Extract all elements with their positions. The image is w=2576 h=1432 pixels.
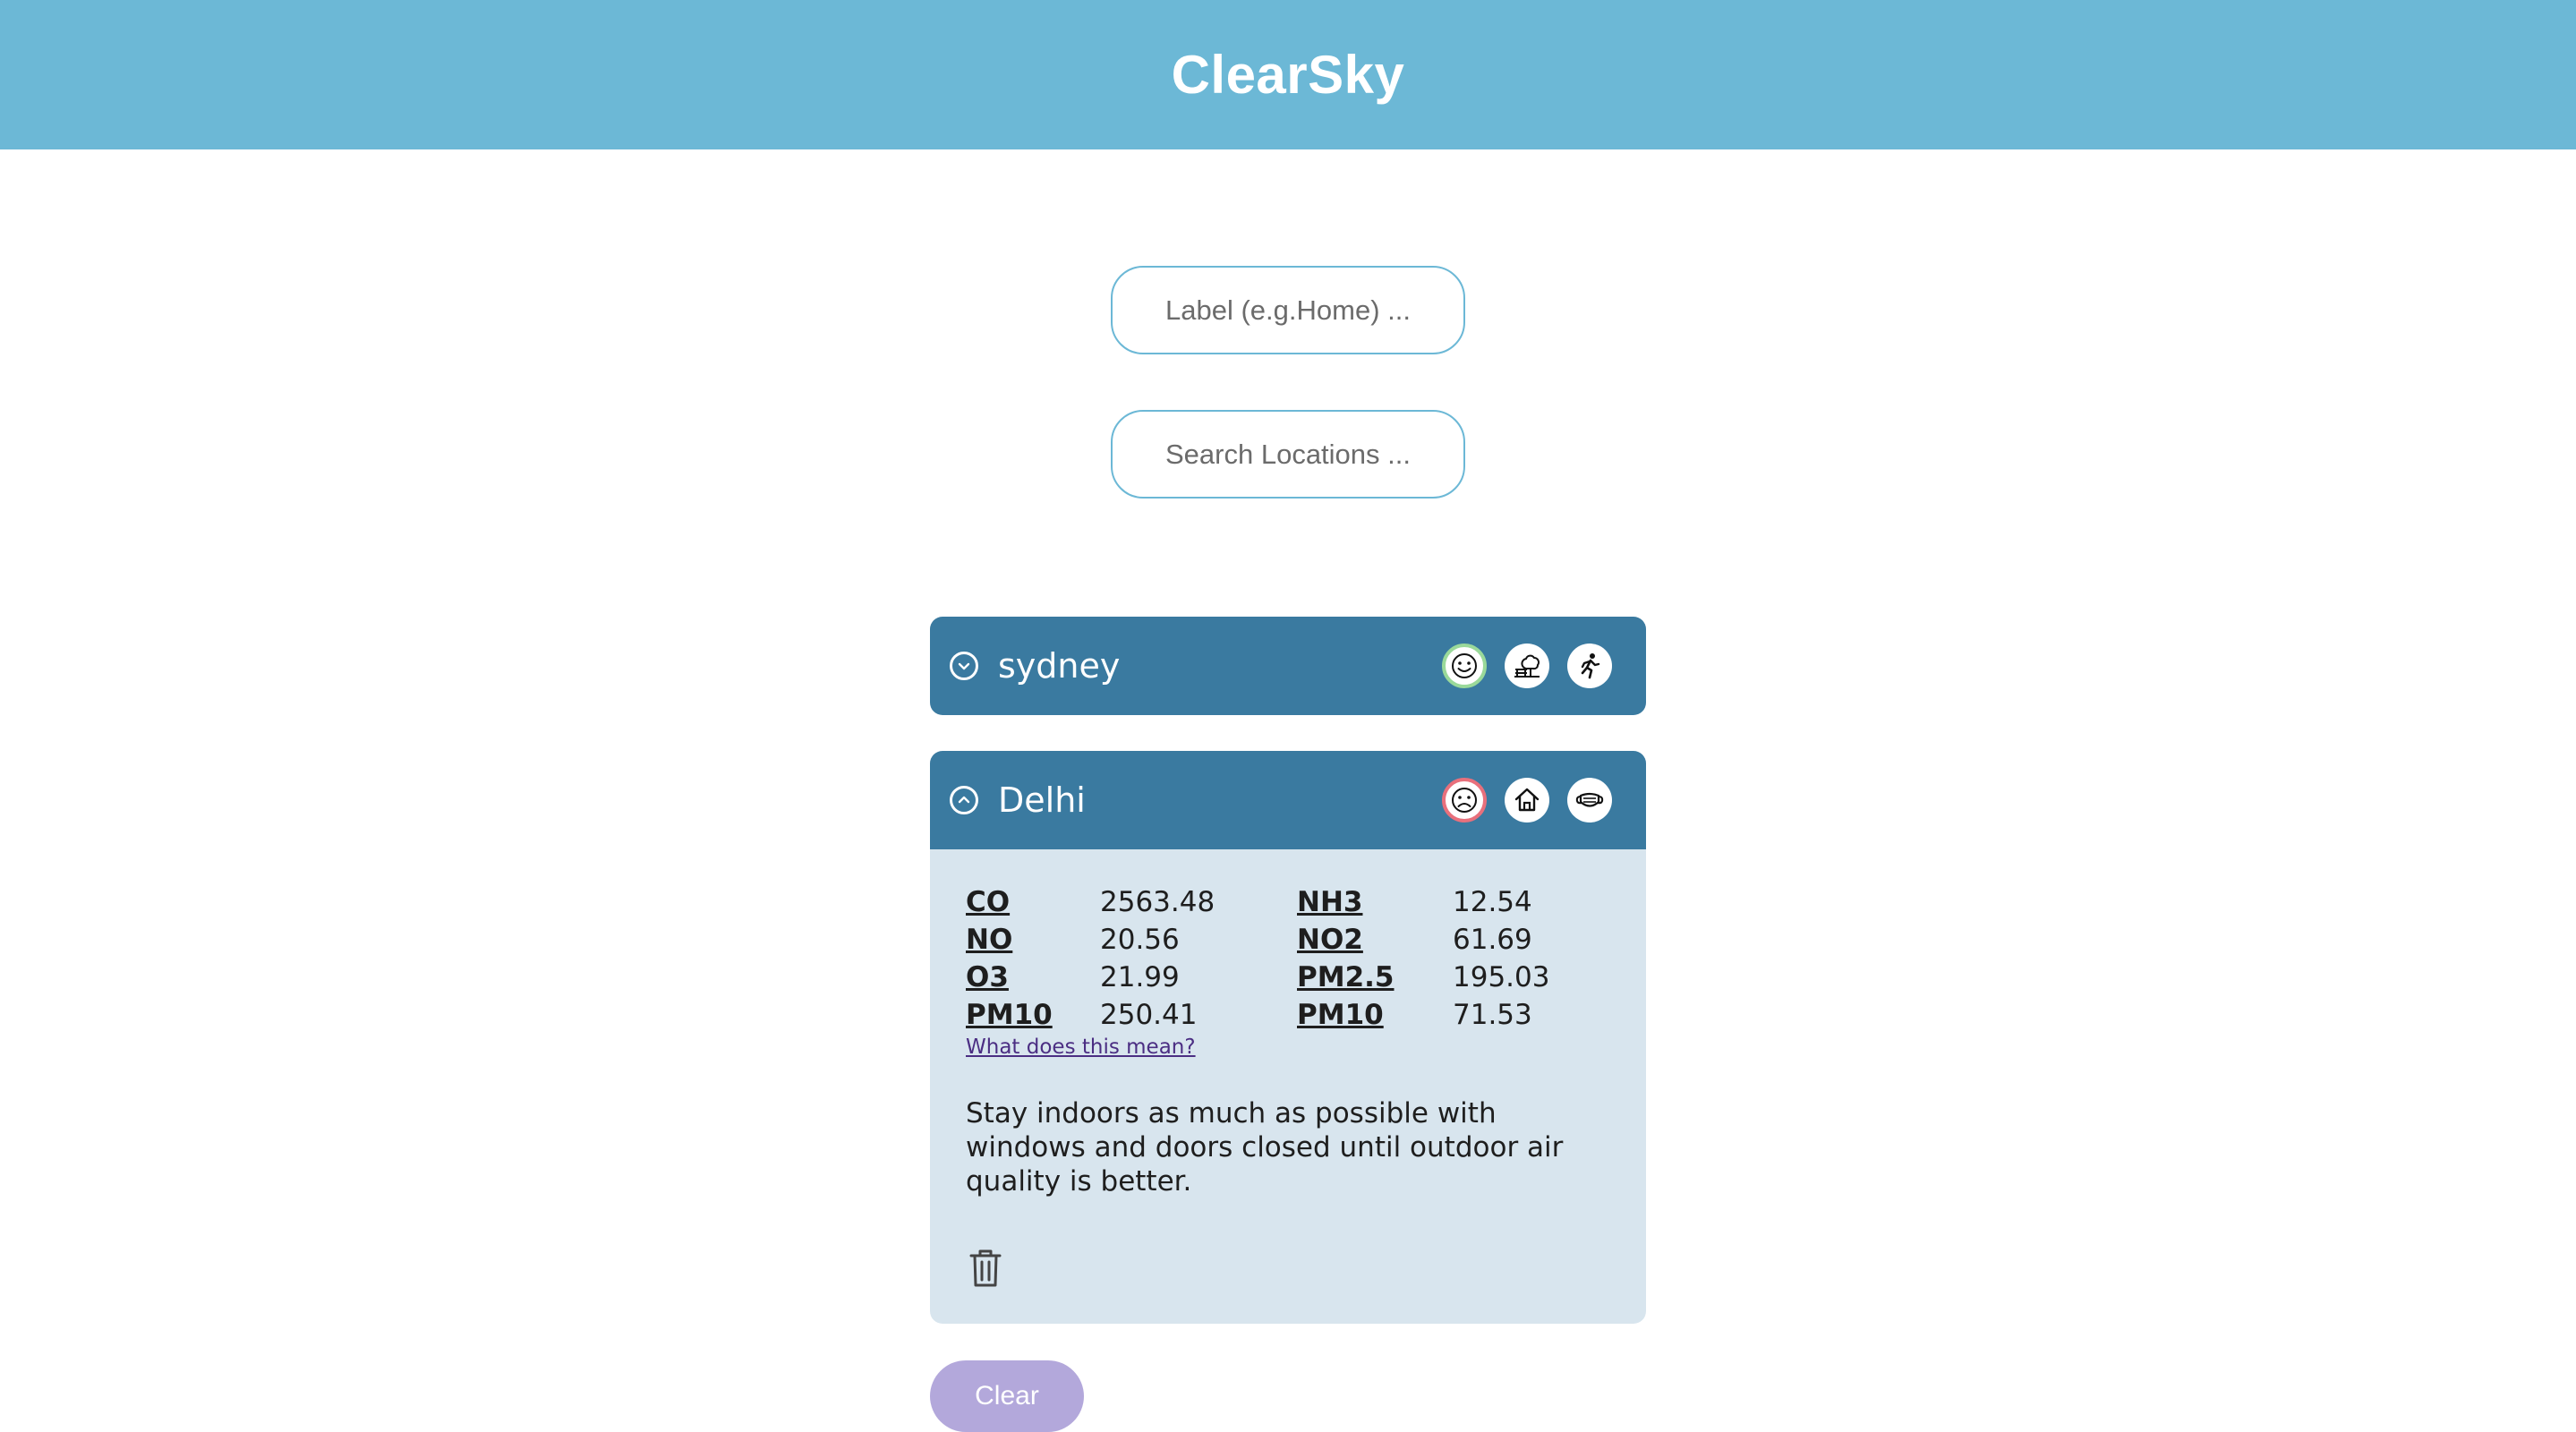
home-icon [1505, 778, 1549, 823]
what-does-this-mean-link[interactable]: What does this mean? [966, 1036, 1196, 1059]
app-title: ClearSky [1171, 45, 1405, 105]
pollutant-value: 61.69 [1453, 924, 1532, 956]
chevron-up-icon[interactable] [950, 786, 978, 814]
pollutant-value: 195.03 [1453, 961, 1550, 993]
pollutant-label[interactable]: NH3 [1297, 885, 1453, 919]
pollutant-value: 71.53 [1453, 999, 1532, 1031]
pollutant-label[interactable]: NO [966, 923, 1100, 957]
clear-button[interactable]: Clear [930, 1360, 1084, 1432]
pollutant-value: 2563.48 [1100, 886, 1215, 918]
face-mask-icon [1567, 778, 1612, 823]
running-person-icon [1567, 644, 1612, 688]
label-input[interactable] [1111, 266, 1465, 354]
location-name: Delhi [998, 780, 1086, 820]
location-card-header[interactable]: Delhi [930, 751, 1646, 849]
trash-icon[interactable] [966, 1247, 1005, 1290]
pollutant-label[interactable]: CO [966, 885, 1100, 919]
pollutant-label[interactable]: NO2 [1297, 923, 1453, 957]
status-badges [1442, 751, 1612, 849]
location-card-delhi: Delhi CO 2563.48 NH3 12.54 NO 20.56 NO2 … [930, 751, 1646, 1324]
pollutant-label[interactable]: PM10 [966, 998, 1100, 1032]
smile-icon [1442, 644, 1487, 688]
search-location-input[interactable] [1111, 410, 1465, 499]
location-card-header[interactable]: sydney [930, 617, 1646, 715]
status-badges [1442, 617, 1612, 715]
park-bench-icon [1505, 644, 1549, 688]
location-card-sydney: sydney [930, 617, 1646, 715]
pollutant-label[interactable]: PM2.5 [1297, 960, 1453, 994]
pollutant-value: 21.99 [1100, 961, 1180, 993]
pollutant-label[interactable]: O3 [966, 960, 1100, 994]
location-details: CO 2563.48 NH3 12.54 NO 20.56 NO2 61.69 … [930, 849, 1646, 1324]
pollutant-readings: CO 2563.48 NH3 12.54 NO 20.56 NO2 61.69 … [966, 885, 1610, 1032]
pollutant-value: 12.54 [1453, 886, 1532, 918]
pollutant-value: 20.56 [1100, 924, 1180, 956]
app-header: ClearSky [0, 0, 2576, 149]
pollutant-value: 250.41 [1100, 999, 1198, 1031]
location-name: sydney [998, 646, 1121, 686]
chevron-down-icon[interactable] [950, 652, 978, 680]
frown-icon [1442, 778, 1487, 823]
pollutant-label[interactable]: PM10 [1297, 998, 1453, 1032]
health-advice: Stay indoors as much as possible with wi… [966, 1097, 1564, 1198]
